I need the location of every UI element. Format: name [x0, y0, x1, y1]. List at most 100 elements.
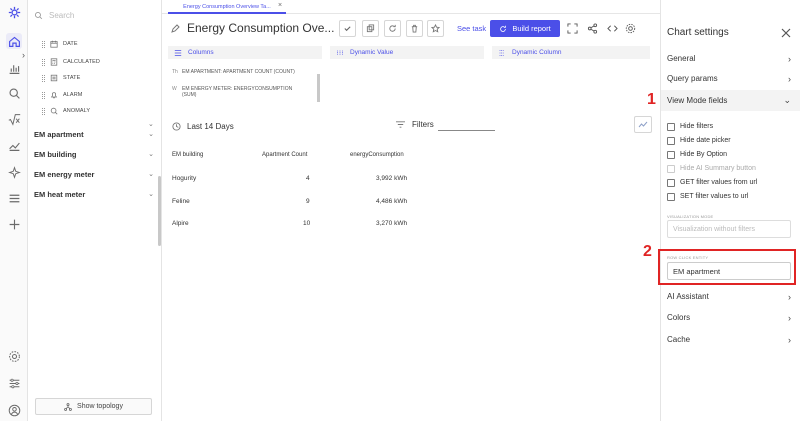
dynamic-value-panel: Dynamic Value	[330, 46, 484, 102]
left-scrollbar[interactable]	[158, 176, 161, 246]
see-task-link[interactable]: See task	[457, 24, 486, 33]
star-icon	[431, 24, 440, 33]
table-cell: Feline	[172, 198, 190, 205]
table-header-apartment-count[interactable]: Apartment Count	[262, 152, 307, 158]
table-header-building[interactable]: EM building	[172, 152, 203, 158]
section-view-mode-fields[interactable]: View Mode fields ⌄	[661, 90, 800, 111]
tab-energy-consumption[interactable]: Energy Consumption Overview Ta...	[168, 1, 286, 14]
check-button[interactable]	[339, 20, 356, 37]
field-state[interactable]: STATE	[42, 72, 80, 84]
favorite-button[interactable]	[427, 20, 444, 37]
user-icon[interactable]	[6, 402, 22, 418]
chevron-down-icon: ⌄	[148, 151, 154, 158]
field-calculated[interactable]: CALCULATED	[42, 56, 100, 68]
sparkle-icon[interactable]	[6, 164, 22, 180]
logo-icon[interactable]	[6, 4, 22, 20]
close-icon[interactable]: ×	[278, 2, 282, 9]
drag-handle-icon[interactable]	[42, 40, 45, 48]
dynamic-value-header: Dynamic Value	[330, 46, 484, 59]
show-topology-button[interactable]: Show topology	[35, 398, 152, 415]
columns-scrollbar[interactable]	[317, 74, 320, 102]
trash-icon	[411, 24, 418, 33]
plus-icon[interactable]	[6, 216, 22, 232]
bar-chart-icon[interactable]	[6, 60, 22, 76]
pencil-icon[interactable]	[170, 24, 180, 34]
dynamic-value-icon	[337, 50, 343, 55]
checkbox	[667, 164, 675, 173]
group-em-building[interactable]: EM building ⌄	[34, 147, 154, 161]
field-anomaly[interactable]: ANOMALY	[42, 105, 90, 117]
refresh-icon	[389, 24, 396, 32]
drag-handle-icon[interactable]	[42, 74, 45, 82]
sqrt-icon[interactable]	[6, 111, 22, 127]
section-colors[interactable]: Colors ›	[661, 307, 800, 328]
icon-rail	[0, 0, 28, 421]
gear-icon[interactable]	[624, 22, 637, 35]
checkbox-hide-filters[interactable]: Hide filters	[667, 121, 713, 132]
chart-view-button[interactable]	[634, 116, 652, 133]
chevron-right-icon: ›	[788, 53, 791, 64]
search-input[interactable]: Search	[49, 11, 74, 20]
table-cell: 4	[306, 175, 310, 182]
chevron-right-icon: ›	[788, 73, 791, 84]
delete-button[interactable]	[406, 20, 423, 37]
search-box[interactable]: Search	[34, 8, 154, 22]
chevron-down-icon[interactable]: ⌄	[148, 120, 154, 128]
copy-button[interactable]	[362, 20, 379, 37]
chevron-right-icon[interactable]: ›	[22, 50, 32, 60]
column-item[interactable]: W EM ENERGY METER: ENERGYCONSUMPTION (SU…	[172, 86, 312, 98]
close-icon[interactable]	[780, 27, 792, 39]
section-general[interactable]: General ›	[661, 48, 800, 69]
table-cell: 9	[306, 198, 310, 205]
gear-icon[interactable]	[6, 348, 22, 364]
column-item[interactable]: Th EM APARTMENT: APARTMENT COUNT (COUNT)	[172, 69, 312, 75]
search-icon[interactable]	[6, 85, 22, 101]
checkbox-hide-by-option[interactable]: Hide By Option	[667, 149, 727, 160]
table-cell: 3,992 kWh	[376, 175, 408, 182]
annotation-highlight-box	[658, 249, 796, 285]
refresh-button[interactable]	[384, 20, 401, 37]
date-range-picker[interactable]: Last 14 Days	[172, 120, 234, 132]
filter-input[interactable]	[438, 130, 495, 131]
line-chart-icon	[638, 121, 648, 127]
filter-icon	[396, 121, 405, 128]
code-icon[interactable]	[606, 22, 619, 35]
field-date[interactable]: DATE	[42, 38, 78, 50]
table-header-energy[interactable]: energyConsumption	[350, 152, 404, 158]
section-query-params[interactable]: Query params ›	[661, 68, 800, 89]
checkbox[interactable]	[667, 178, 675, 187]
filters-toggle[interactable]: Filters	[395, 120, 434, 129]
state-icon	[50, 74, 58, 82]
field-alarm[interactable]: ALARM	[42, 89, 82, 101]
sliders-icon[interactable]	[6, 375, 22, 391]
fullscreen-icon[interactable]	[566, 22, 579, 35]
list-icon	[174, 49, 182, 56]
section-cache[interactable]: Cache ›	[661, 329, 800, 350]
drag-handle-icon[interactable]	[42, 107, 45, 115]
section-ai-assistant[interactable]: AI Assistant ›	[661, 286, 800, 307]
menu-icon[interactable]	[6, 190, 22, 206]
checkbox[interactable]	[667, 192, 675, 201]
checkbox-get-filter-values[interactable]: GET filter values from url	[667, 177, 757, 188]
calendar-icon	[50, 40, 58, 48]
checkbox[interactable]	[667, 122, 675, 131]
trend-icon[interactable]	[6, 137, 22, 153]
group-em-energy-meter[interactable]: EM energy meter ⌄	[34, 167, 154, 181]
bell-icon	[50, 91, 58, 99]
checkbox[interactable]	[667, 150, 675, 159]
drag-handle-icon[interactable]	[42, 91, 45, 99]
group-em-apartment[interactable]: EM apartment ⌄	[34, 127, 154, 141]
group-em-heat-meter[interactable]: EM heat meter ⌄	[34, 187, 154, 201]
calculator-icon	[50, 58, 58, 66]
checkbox[interactable]	[667, 136, 675, 145]
home-icon[interactable]	[6, 33, 22, 49]
columns-panel: Columns Th EM APARTMENT: APARTMENT COUNT…	[168, 46, 322, 102]
build-report-button[interactable]: Build report	[490, 20, 560, 37]
checkbox-set-filter-values[interactable]: SET filter values to url	[667, 191, 748, 202]
dynamic-column-header: Dynamic Column	[492, 46, 650, 59]
copy-icon	[366, 24, 375, 33]
drag-handle-icon[interactable]	[42, 58, 45, 66]
checkbox-hide-date-picker[interactable]: Hide date picker	[667, 135, 731, 146]
share-icon[interactable]	[586, 22, 599, 35]
visualization-mode-input: Visualization without filters	[667, 220, 791, 238]
